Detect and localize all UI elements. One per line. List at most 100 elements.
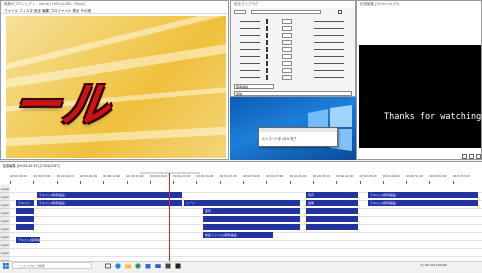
settings-window: 設定ダイアログ 標準描画 通常 (230, 0, 356, 97)
ruler-time-label: 00:00:51.00 (406, 174, 424, 178)
aviutl-icon[interactable] (165, 263, 171, 269)
ruler-time-label: 00:00:27.00 (219, 174, 237, 178)
timeline-clip[interactable]: テキスト[標準描画] (368, 200, 478, 206)
timeline-clip[interactable]: 動画ファイル[標準描画] (203, 232, 273, 238)
param-row-y[interactable] (234, 26, 352, 31)
ruler-tick (429, 181, 431, 184)
font-select[interactable]: 通常 (234, 91, 352, 96)
preview-caption-text: ール (9, 78, 116, 133)
chrome-icon[interactable] (135, 263, 141, 269)
layer-label[interactable]: Layer 2 (0, 193, 10, 207)
timeline-clip[interactable] (203, 224, 300, 230)
timeline-clip[interactable] (16, 216, 34, 222)
dialog-message: エンコード中 15% 完了 (262, 137, 297, 141)
timeline-clip[interactable]: 画像 (306, 200, 358, 206)
taskbar-clock[interactable]: 11:48 2021/06/06 (420, 263, 447, 267)
blend-mode-select[interactable]: 標準描画 (234, 84, 274, 89)
ruler-tick (10, 181, 11, 184)
ruler-time-label: 00:00:45.00 (359, 174, 377, 178)
timeline-clip[interactable] (203, 216, 300, 222)
param-row-spacing[interactable] (234, 75, 352, 80)
param-row-scale[interactable] (234, 40, 352, 45)
timeline-clip[interactable]: テキスト[標準描画] (37, 200, 182, 206)
timeline-title: 拡張編集 [00:00:44.93] [1354/2247] (3, 164, 60, 168)
settings-frame-slider[interactable] (251, 10, 321, 14)
ruler-tick (406, 181, 408, 184)
ruler-time-label: 00:00:24.00 (196, 174, 214, 178)
ruler-tick (289, 181, 291, 184)
ruler-time-label: 00:00:36.00 (289, 174, 307, 178)
ruler-tick (79, 181, 81, 184)
param-row-size[interactable] (234, 61, 352, 66)
ruler-time-label: 00:00:21.00 (173, 174, 191, 178)
param-row-z[interactable] (234, 33, 352, 38)
timeline-clip[interactable] (306, 208, 358, 214)
play-button[interactable] (462, 154, 467, 159)
start-icon[interactable] (3, 263, 9, 269)
ruler-time-label: 00:00:12.00 (103, 174, 121, 178)
param-row-speed[interactable] (234, 68, 352, 73)
timeline-clip[interactable] (306, 216, 358, 222)
ruler-tick (382, 181, 384, 184)
file-explorer-icon[interactable] (125, 263, 131, 269)
layer-label[interactable]: Layer 7 (0, 233, 10, 247)
ruler-time-label: 00:00:30.00 (243, 174, 261, 178)
ruler-tick (126, 181, 128, 184)
ruler-tick (56, 181, 58, 184)
ruler-time-label: 00:00:39.00 (312, 174, 330, 178)
timeline-clip[interactable] (16, 224, 34, 230)
ruler-tick (149, 181, 151, 184)
ruler-tick (336, 181, 338, 184)
ruler-time-label: 00:00:42.00 (336, 174, 354, 178)
ruler-time-label: 00:00:57.00 (452, 174, 470, 178)
next-frame-button[interactable] (476, 154, 481, 159)
timeline-clip[interactable]: シーン (184, 200, 300, 206)
pause-button[interactable] (469, 154, 474, 159)
edge-browser-icon[interactable] (115, 263, 121, 269)
main-menu-bar[interactable]: ファイル フィルタ 設定 編集 プロファイル 表示 その他 (1, 8, 228, 14)
playhead[interactable] (169, 173, 170, 261)
store-icon[interactable] (145, 263, 151, 269)
settings-prev-button[interactable] (234, 10, 246, 14)
param-row-rotation[interactable] (234, 54, 352, 59)
settings-checkbox[interactable] (338, 10, 342, 14)
ruler-time-label: 00:00:03.00 (33, 174, 51, 178)
param-row-alpha[interactable] (234, 47, 352, 52)
task-view-icon[interactable] (105, 263, 111, 269)
timeline-clip[interactable] (16, 208, 34, 214)
settings-window-title: 設定ダイアログ (231, 1, 355, 8)
layer-label[interactable]: Layer 9 (0, 249, 10, 263)
timeline-clip[interactable]: 音声 (306, 192, 358, 198)
ruler-time-label: 00:00:06.00 (56, 174, 74, 178)
layer-label[interactable]: Layer 4 (0, 209, 10, 223)
ruler-time-label: 00:00:54.00 (429, 174, 447, 178)
layer-label[interactable]: Layer 1 (0, 185, 10, 199)
layer-lane[interactable] (10, 241, 482, 249)
timeline-clip[interactable] (306, 224, 358, 230)
ruler-time-label: 00:00:48.00 (382, 174, 400, 178)
timeline-clip[interactable]: テキスト[標準描画] (16, 237, 40, 243)
mail-icon[interactable] (155, 263, 161, 269)
layer-label[interactable]: Layer 5 (0, 217, 10, 231)
layer-label[interactable]: Layer 3 (0, 201, 10, 215)
layer-label[interactable]: Layer 6 (0, 225, 10, 239)
ruler-time-label: 00:00:00.00 (10, 174, 28, 178)
taskbar-search-input[interactable]: ここに入力して検索 (12, 262, 92, 269)
output-window-title: 拡張編集 [00:00:44.93] (357, 1, 481, 8)
ruler-tick (359, 181, 361, 184)
ruler-tick (103, 181, 105, 184)
ruler-tick (243, 181, 244, 184)
ruler-tick (173, 181, 175, 184)
timeline-clip[interactable]: テキスト[標準描画] (368, 192, 478, 198)
timeline-clip[interactable]: テキスト (16, 200, 34, 206)
timeline-clip[interactable]: テキスト[標準描画] (37, 192, 182, 198)
param-row-x[interactable] (234, 19, 352, 24)
main-window-title: 無題のプロジェクト - AviUtl [1920x1080, 30fps] (1, 1, 228, 8)
ruler-time-label: 00:00:09.00 (79, 174, 97, 178)
ruler-tick (219, 181, 221, 184)
layer-lane[interactable] (10, 249, 482, 257)
terminal-icon[interactable] (175, 263, 181, 269)
timeline-clip[interactable]: 図形 (203, 208, 300, 214)
ruler-tick (452, 181, 454, 184)
layer-label[interactable]: Layer 8 (0, 241, 10, 255)
